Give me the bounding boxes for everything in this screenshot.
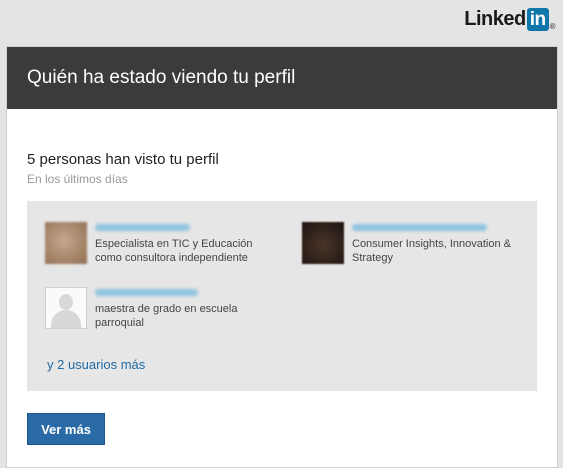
logo-registered-mark: ® (549, 22, 556, 31)
views-count-title: 5 personas han visto tu perfil (27, 151, 219, 168)
avatar[interactable] (45, 222, 87, 264)
viewer-headline: Consumer Insights, Innovation & Strategy (352, 238, 511, 264)
avatar[interactable] (302, 222, 344, 264)
viewer-name-redacted[interactable] (352, 224, 487, 231)
more-users-link[interactable]: y 2 usuarios más (47, 357, 145, 372)
viewer-name-redacted[interactable] (95, 224, 190, 231)
viewer-headline: maestra de grado en escuela parroquial (95, 303, 238, 329)
viewers-panel: Especialista en TIC y Educación como con… (27, 201, 537, 391)
see-more-button[interactable]: Ver más (27, 413, 105, 445)
profile-views-card: Quién ha estado viendo tu perfil 5 perso… (6, 46, 558, 468)
views-period-caption: En los últimos días (27, 172, 128, 186)
logo-in-badge: in (526, 8, 549, 31)
viewer-item[interactable]: Consumer Insights, Innovation & Strategy (302, 222, 511, 265)
generic-user-icon[interactable] (45, 287, 87, 329)
viewer-item[interactable]: maestra de grado en escuela parroquial (45, 287, 237, 330)
viewer-name-redacted[interactable] (95, 289, 198, 296)
viewer-headline: Especialista en TIC y Educación como con… (95, 238, 253, 264)
linkedin-logo: Linked in ® (464, 8, 556, 31)
card-header: Quién ha estado viendo tu perfil (7, 47, 557, 109)
logo-text: Linked (464, 8, 526, 30)
viewer-item[interactable]: Especialista en TIC y Educación como con… (45, 222, 253, 265)
